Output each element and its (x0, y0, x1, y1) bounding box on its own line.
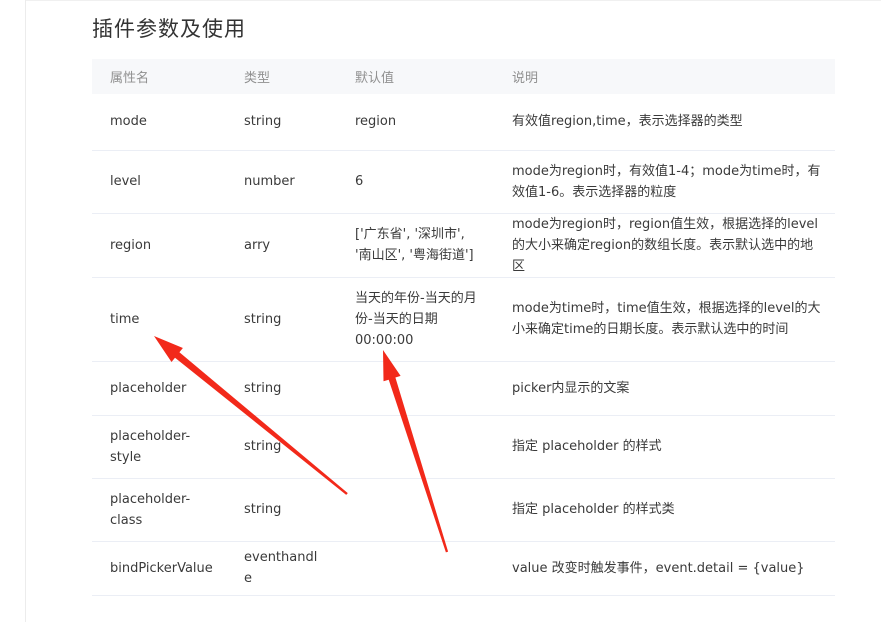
params-table: 属性名 类型 默认值 说明 mode string region 有效值regi… (92, 59, 835, 596)
cell-type: arry (226, 213, 337, 278)
section-title: 插件参数及使用 (92, 17, 246, 41)
table-header-row: 属性名 类型 默认值 说明 (92, 59, 835, 94)
cell-desc: mode为region时，有效值1-4；mode为time时，有效值1-6。表示… (494, 150, 835, 214)
cell-desc: 有效值region,time，表示选择器的类型 (494, 94, 835, 151)
cell-name: region (92, 213, 226, 278)
table-row: placeholder string picker内显示的文案 (92, 361, 835, 416)
cell-default (337, 541, 494, 596)
cell-name: placeholder-style (92, 415, 226, 479)
table-row: time string 当天的年份-当天的月份-当天的日期 00:00:00 m… (92, 277, 835, 362)
cell-default (337, 415, 494, 479)
header-type: 类型 (226, 59, 337, 94)
cell-default: ['广东省', '深圳市', '南山区', '粤海街道'] (337, 213, 494, 278)
page: 插件参数及使用 属性名 类型 默认值 说明 mode string region… (0, 0, 881, 622)
cell-desc: 指定 placeholder 的样式 (494, 415, 835, 479)
cell-type: string (226, 361, 337, 416)
table-row: level number 6 mode为region时，有效值1-4；mode为… (92, 150, 835, 214)
cell-name: placeholder-class (92, 478, 226, 542)
table-row: mode string region 有效值region,time，表示选择器的… (92, 94, 835, 151)
header-default: 默认值 (337, 59, 494, 94)
cell-default (337, 361, 494, 416)
cell-desc: 指定 placeholder 的样式类 (494, 478, 835, 542)
top-divider (26, 0, 881, 1)
cell-type: eventhandle (226, 541, 337, 596)
table-row: region arry ['广东省', '深圳市', '南山区', '粤海街道'… (92, 213, 835, 278)
cell-type: string (226, 478, 337, 542)
cell-name: level (92, 150, 226, 214)
cell-type: string (226, 415, 337, 479)
cell-desc: mode为region时，region值生效，根据选择的level的大小来确定r… (494, 213, 835, 278)
header-name: 属性名 (92, 59, 226, 94)
cell-type: number (226, 150, 337, 214)
cell-default: region (337, 94, 494, 151)
left-divider (25, 0, 26, 622)
cell-default: 当天的年份-当天的月份-当天的日期 00:00:00 (337, 277, 494, 362)
cell-desc: value 改变时触发事件，event.detail = {value} (494, 541, 835, 596)
cell-desc: mode为time时，time值生效，根据选择的level的大小来确定time的… (494, 277, 835, 362)
cell-name: time (92, 277, 226, 362)
cell-type: string (226, 277, 337, 362)
cell-default: 6 (337, 150, 494, 214)
table-row: bindPickerValue eventhandle value 改变时触发事… (92, 541, 835, 596)
table-row: placeholder-style string 指定 placeholder … (92, 415, 835, 479)
header-desc: 说明 (494, 59, 835, 94)
table-row: placeholder-class string 指定 placeholder … (92, 478, 835, 542)
cell-default (337, 478, 494, 542)
cell-name: mode (92, 94, 226, 151)
cell-name: placeholder (92, 361, 226, 416)
cell-desc: picker内显示的文案 (494, 361, 835, 416)
cell-name: bindPickerValue (92, 541, 226, 596)
cell-type: string (226, 94, 337, 151)
